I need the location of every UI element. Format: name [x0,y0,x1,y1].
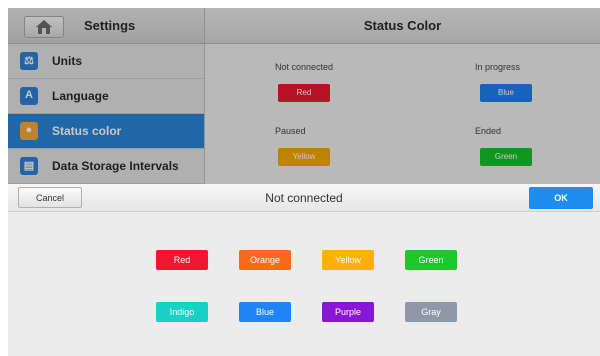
color-picker-toolbar: Cancel Not connected OK [8,184,600,212]
color-option-purple[interactable]: Purple [322,302,374,322]
color-option-indigo[interactable]: Indigo [156,302,208,322]
color-option-green[interactable]: Green [405,250,457,270]
color-option-orange[interactable]: Orange [239,250,291,270]
color-option-yellow[interactable]: Yellow [322,250,374,270]
modal-backdrop[interactable] [8,8,600,184]
picker-title: Not connected [265,191,343,205]
color-option-blue[interactable]: Blue [239,302,291,322]
color-option-red[interactable]: Red [156,250,208,270]
app-window: Settings Status Color ⚖ Units A Language… [8,8,600,356]
ok-button[interactable]: OK [529,187,593,209]
color-option-gray[interactable]: Gray [405,302,457,322]
color-picker-body: Red Orange Yellow Green Indigo Blue Purp… [8,212,600,356]
